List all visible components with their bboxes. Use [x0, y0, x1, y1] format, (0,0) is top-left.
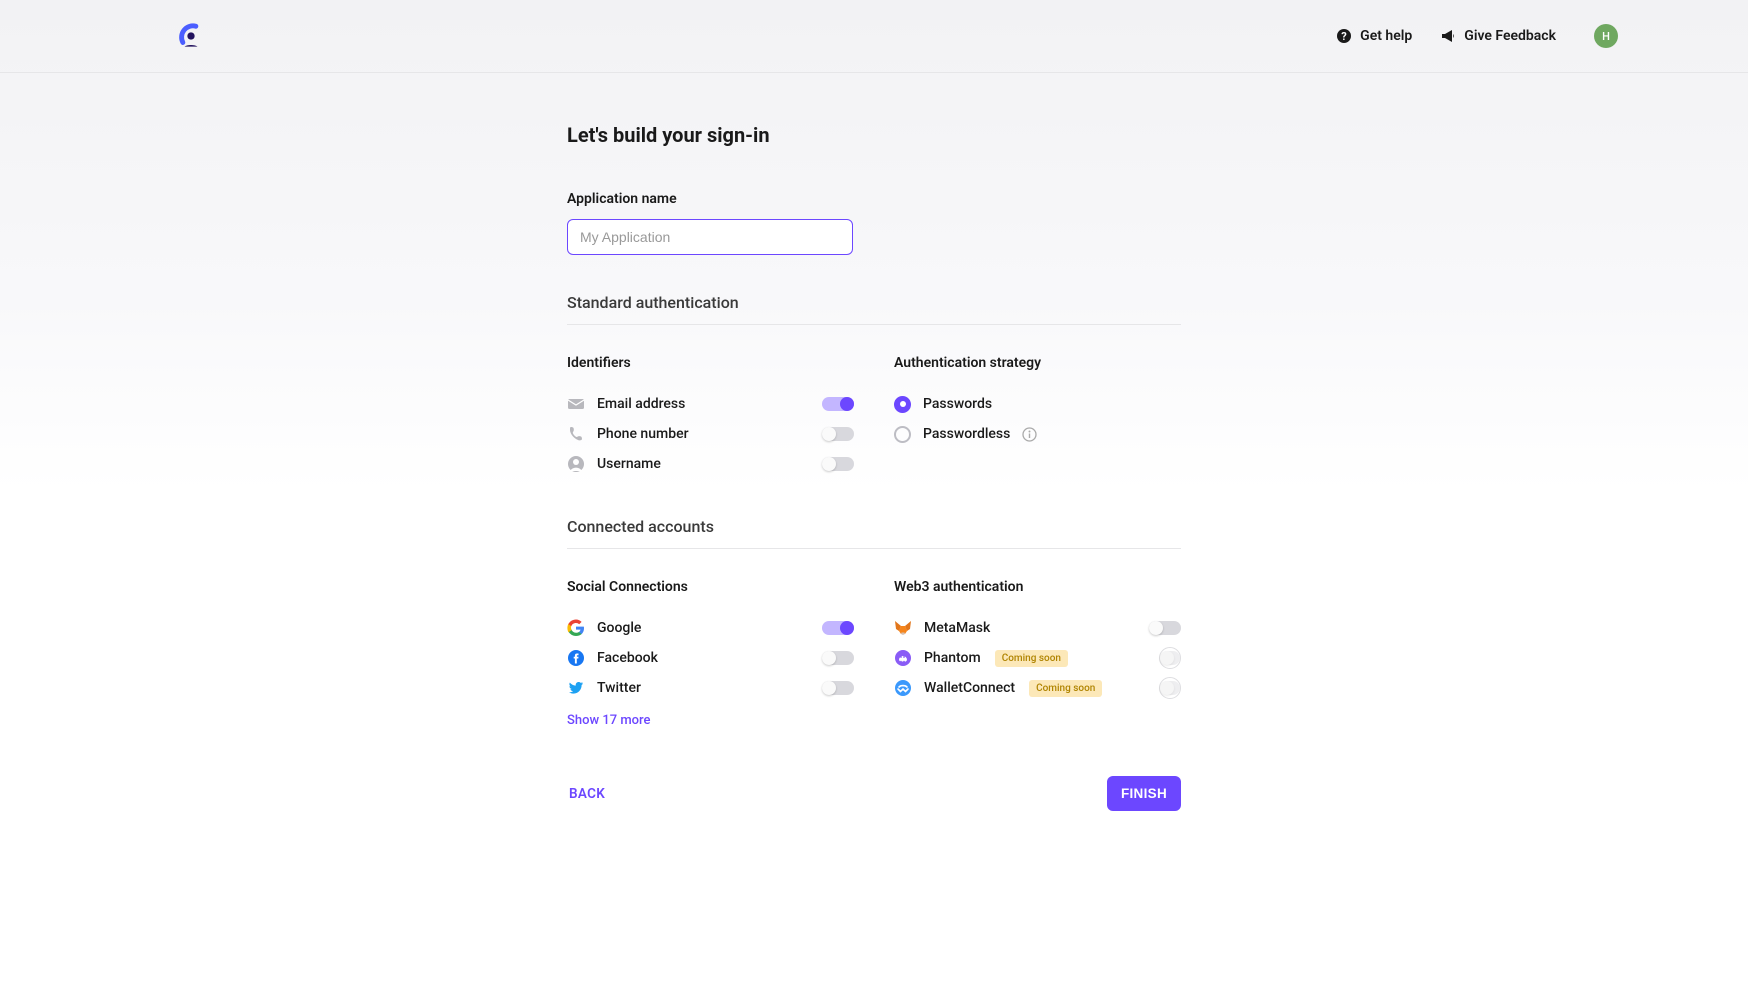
strategy-column: Authentication strategy Passwords Passwo… [894, 355, 1181, 479]
social-title: Social Connections [567, 579, 854, 595]
header-actions: ? Get help Give Feedback H [1336, 24, 1618, 48]
svg-text:?: ? [1341, 30, 1347, 43]
give-feedback-link[interactable]: Give Feedback [1440, 28, 1556, 44]
email-toggle[interactable] [822, 397, 854, 411]
social-google: Google [567, 613, 854, 643]
web3-walletconnect: WalletConnect Coming soon [894, 673, 1181, 703]
facebook-icon [567, 649, 585, 667]
get-help-link[interactable]: ? Get help [1336, 28, 1412, 44]
phone-toggle[interactable] [822, 427, 854, 441]
phantom-toggle-ring [1159, 647, 1181, 669]
page-title: Let's build your sign-in [567, 123, 1181, 147]
social-twitter: Twitter [567, 673, 854, 703]
main-content: Let's build your sign-in Application nam… [567, 73, 1181, 851]
header: ? Get help Give Feedback H [0, 0, 1748, 73]
web3-label: WalletConnect [924, 680, 1015, 696]
footer-actions: BACK FINISH [567, 776, 1181, 851]
twitter-icon [567, 679, 585, 697]
web3-label: MetaMask [924, 620, 1137, 636]
social-column: Social Connections Google Facebook [567, 579, 854, 728]
google-toggle[interactable] [822, 621, 854, 635]
user-icon [567, 455, 585, 473]
connected-accounts-title: Connected accounts [567, 517, 1181, 549]
identifier-username: Username [567, 449, 854, 479]
back-button[interactable]: BACK [567, 782, 607, 806]
help-icon: ? [1336, 28, 1352, 44]
twitter-toggle[interactable] [822, 681, 854, 695]
give-feedback-label: Give Feedback [1464, 28, 1556, 44]
walletconnect-toggle [1160, 681, 1180, 695]
get-help-label: Get help [1360, 28, 1412, 44]
metamask-icon [894, 619, 912, 637]
web3-title: Web3 authentication [894, 579, 1181, 595]
passwordless-radio[interactable] [894, 426, 911, 443]
web3-metamask: MetaMask [894, 613, 1181, 643]
facebook-toggle[interactable] [822, 651, 854, 665]
phone-icon [567, 425, 585, 443]
show-more-link[interactable]: Show 17 more [567, 713, 854, 728]
phantom-icon [894, 649, 912, 667]
avatar-initial: H [1602, 30, 1610, 43]
strategy-label: Passwords [923, 396, 1181, 412]
identifier-phone: Phone number [567, 419, 854, 449]
megaphone-icon [1440, 28, 1456, 44]
metamask-toggle[interactable] [1149, 621, 1181, 635]
coming-soon-badge: Coming soon [1029, 680, 1102, 697]
coming-soon-badge: Coming soon [995, 650, 1068, 667]
social-label: Facebook [597, 650, 810, 666]
passwords-radio[interactable] [894, 396, 911, 413]
web3-phantom: Phantom Coming soon [894, 643, 1181, 673]
web3-label: Phantom [924, 650, 981, 666]
info-icon[interactable] [1022, 427, 1037, 442]
app-name-label: Application name [567, 191, 1181, 207]
clerk-logo-icon [178, 21, 204, 51]
strategy-passwordless[interactable]: Passwordless [894, 419, 1181, 449]
walletconnect-toggle-ring [1159, 677, 1181, 699]
social-label: Twitter [597, 680, 810, 696]
identifiers-column: Identifiers Email address Phone number [567, 355, 854, 479]
finish-button[interactable]: FINISH [1107, 776, 1181, 811]
web3-column: Web3 authentication MetaMask Phantom Com… [894, 579, 1181, 728]
walletconnect-icon [894, 679, 912, 697]
app-name-input[interactable] [567, 219, 853, 255]
identifier-email: Email address [567, 389, 854, 419]
strategy-passwords[interactable]: Passwords [894, 389, 1181, 419]
social-facebook: Facebook [567, 643, 854, 673]
identifier-label: Email address [597, 396, 810, 412]
strategy-title: Authentication strategy [894, 355, 1181, 371]
social-label: Google [597, 620, 810, 636]
strategy-label: Passwordless [923, 426, 1010, 442]
avatar[interactable]: H [1594, 24, 1618, 48]
identifier-label: Username [597, 456, 810, 472]
google-icon [567, 619, 585, 637]
phantom-toggle [1160, 651, 1180, 665]
email-icon [567, 395, 585, 413]
identifiers-title: Identifiers [567, 355, 854, 371]
standard-auth-title: Standard authentication [567, 293, 1181, 325]
identifier-label: Phone number [597, 426, 810, 442]
username-toggle[interactable] [822, 457, 854, 471]
